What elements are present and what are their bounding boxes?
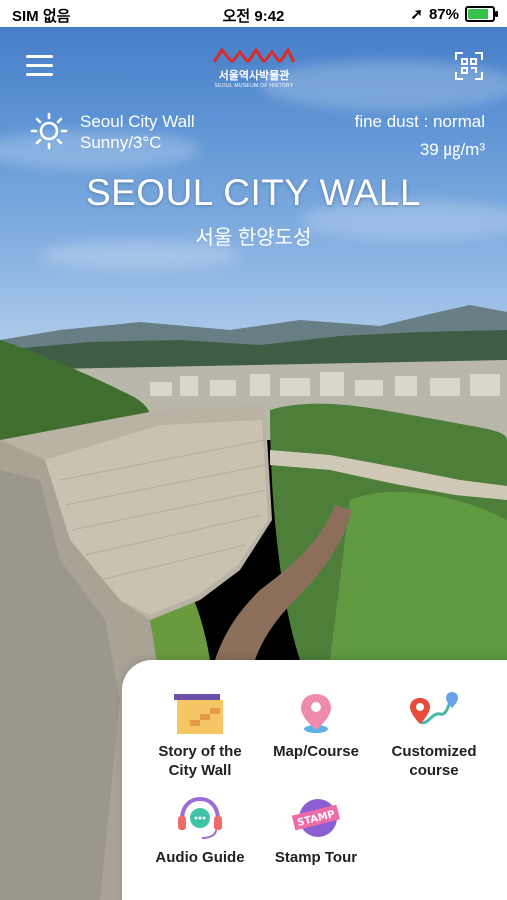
battery-percent: 87% xyxy=(428,5,459,23)
menu-label-map: Map/Course xyxy=(273,743,359,760)
menu-label-audio: Audio Guide xyxy=(155,849,245,866)
fine-dust-value: 39 ㎍/m³ xyxy=(419,140,485,159)
weather-location: Seoul City Wall xyxy=(80,112,195,131)
hamburger-menu-icon[interactable] xyxy=(26,54,53,78)
status-right: ➚ 87% xyxy=(410,5,498,23)
location-icon: ➚ xyxy=(410,6,423,23)
menu-label-stamp: Stamp Tour xyxy=(274,849,358,866)
logo-english-text: SEOUL MUSEUM OF HISTORY xyxy=(214,83,294,89)
sun-icon xyxy=(30,112,68,150)
battery-icon xyxy=(465,6,498,22)
menu-map-course[interactable]: Map/Course xyxy=(256,692,376,761)
logo-mark-icon xyxy=(212,47,296,63)
menu-stamp-tour[interactable]: STAMP Stamp Tour xyxy=(256,796,376,867)
map-pin-icon xyxy=(301,694,331,733)
menu-audio-guide[interactable]: Audio Guide xyxy=(140,796,260,867)
fine-dust-widget: fine dust : normal 39 ㎍/m³ xyxy=(355,112,485,160)
menu-label-story: Story of the City Wall xyxy=(158,743,242,779)
route-icon xyxy=(410,692,458,725)
app-screen: SIM 없음 오전 9:42 ➚ 87% 서울역사박물관 SEOUL MUSEU… xyxy=(0,0,507,900)
qr-scan-icon[interactable] xyxy=(455,52,483,80)
hero-subtitle: 서울 한양도성 xyxy=(195,227,312,249)
museum-logo: 서울역사박물관 SEOUL MUSEUM OF HISTORY xyxy=(210,46,298,90)
status-bar: SIM 없음 오전 9:42 ➚ 87% xyxy=(0,0,507,27)
main-menu-card: Story of the City Wall Map/Course Custom… xyxy=(122,660,507,900)
city-wall-icon xyxy=(174,694,223,734)
menu-customized-course[interactable]: Customized course xyxy=(374,692,494,780)
headset-icon xyxy=(178,796,222,839)
logo-korean-text: 서울역사박물관 xyxy=(218,70,290,82)
weather-condition: Sunny/3°C xyxy=(80,133,162,152)
fine-dust-label: fine dust : normal xyxy=(354,112,485,131)
menu-label-customized: Customized course xyxy=(391,743,477,779)
menu-story-of-city-wall[interactable]: Story of the City Wall xyxy=(140,692,260,780)
stamp-icon: STAMP xyxy=(291,799,341,837)
hero-title: SEOUL CITY WALL xyxy=(85,172,422,213)
